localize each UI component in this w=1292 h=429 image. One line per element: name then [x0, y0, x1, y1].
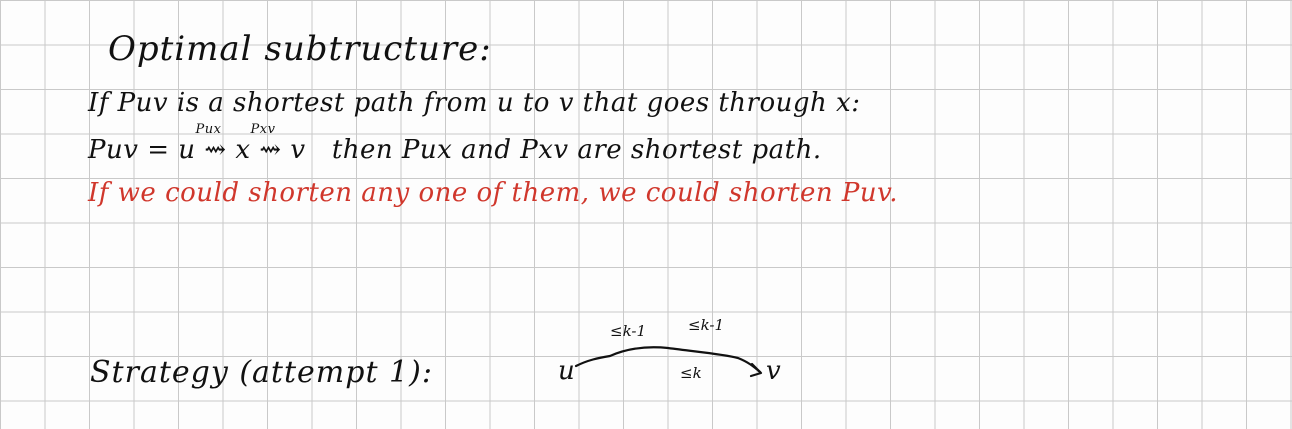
- note-line-contradiction-red: If we could shorten any one of them, we …: [88, 178, 899, 208]
- path-lhs: Puv = u: [88, 135, 196, 165]
- diagram-label-left: ≤k-1: [610, 322, 647, 340]
- path-conclusion: then Pux and Pxv are shortest path.: [331, 135, 822, 165]
- heading-optimal-substructure: Optimal subtructure:: [108, 29, 492, 69]
- node-x: x: [235, 135, 251, 165]
- node-v: v: [290, 135, 306, 165]
- path-diagram: u v ≤k-1 ≤k-1 ≤k: [548, 318, 808, 408]
- diagram-label-right: ≤k-1: [688, 316, 725, 334]
- strategy-label: Strategy (attempt 1):: [90, 355, 433, 390]
- arrow-ux: Pux ⇝: [195, 122, 236, 165]
- label-p-xv: Pxv: [250, 122, 276, 137]
- note-line-path-decomposition: Puv = u Pux ⇝ x Pxv ⇝ v then Pux and Pxv a…: [88, 122, 822, 165]
- wiggly-path-line: [574, 346, 762, 374]
- arrow-xv: Pxv ⇝: [250, 122, 291, 165]
- note-line-shortest-path: If Puv is a shortest path from u to v th…: [88, 88, 861, 118]
- diagram-start-node: u: [558, 356, 575, 386]
- diagram-end-node: v: [766, 356, 781, 386]
- diagram-label-bottom: ≤k: [680, 364, 702, 382]
- label-p-ux: Pux: [195, 122, 222, 137]
